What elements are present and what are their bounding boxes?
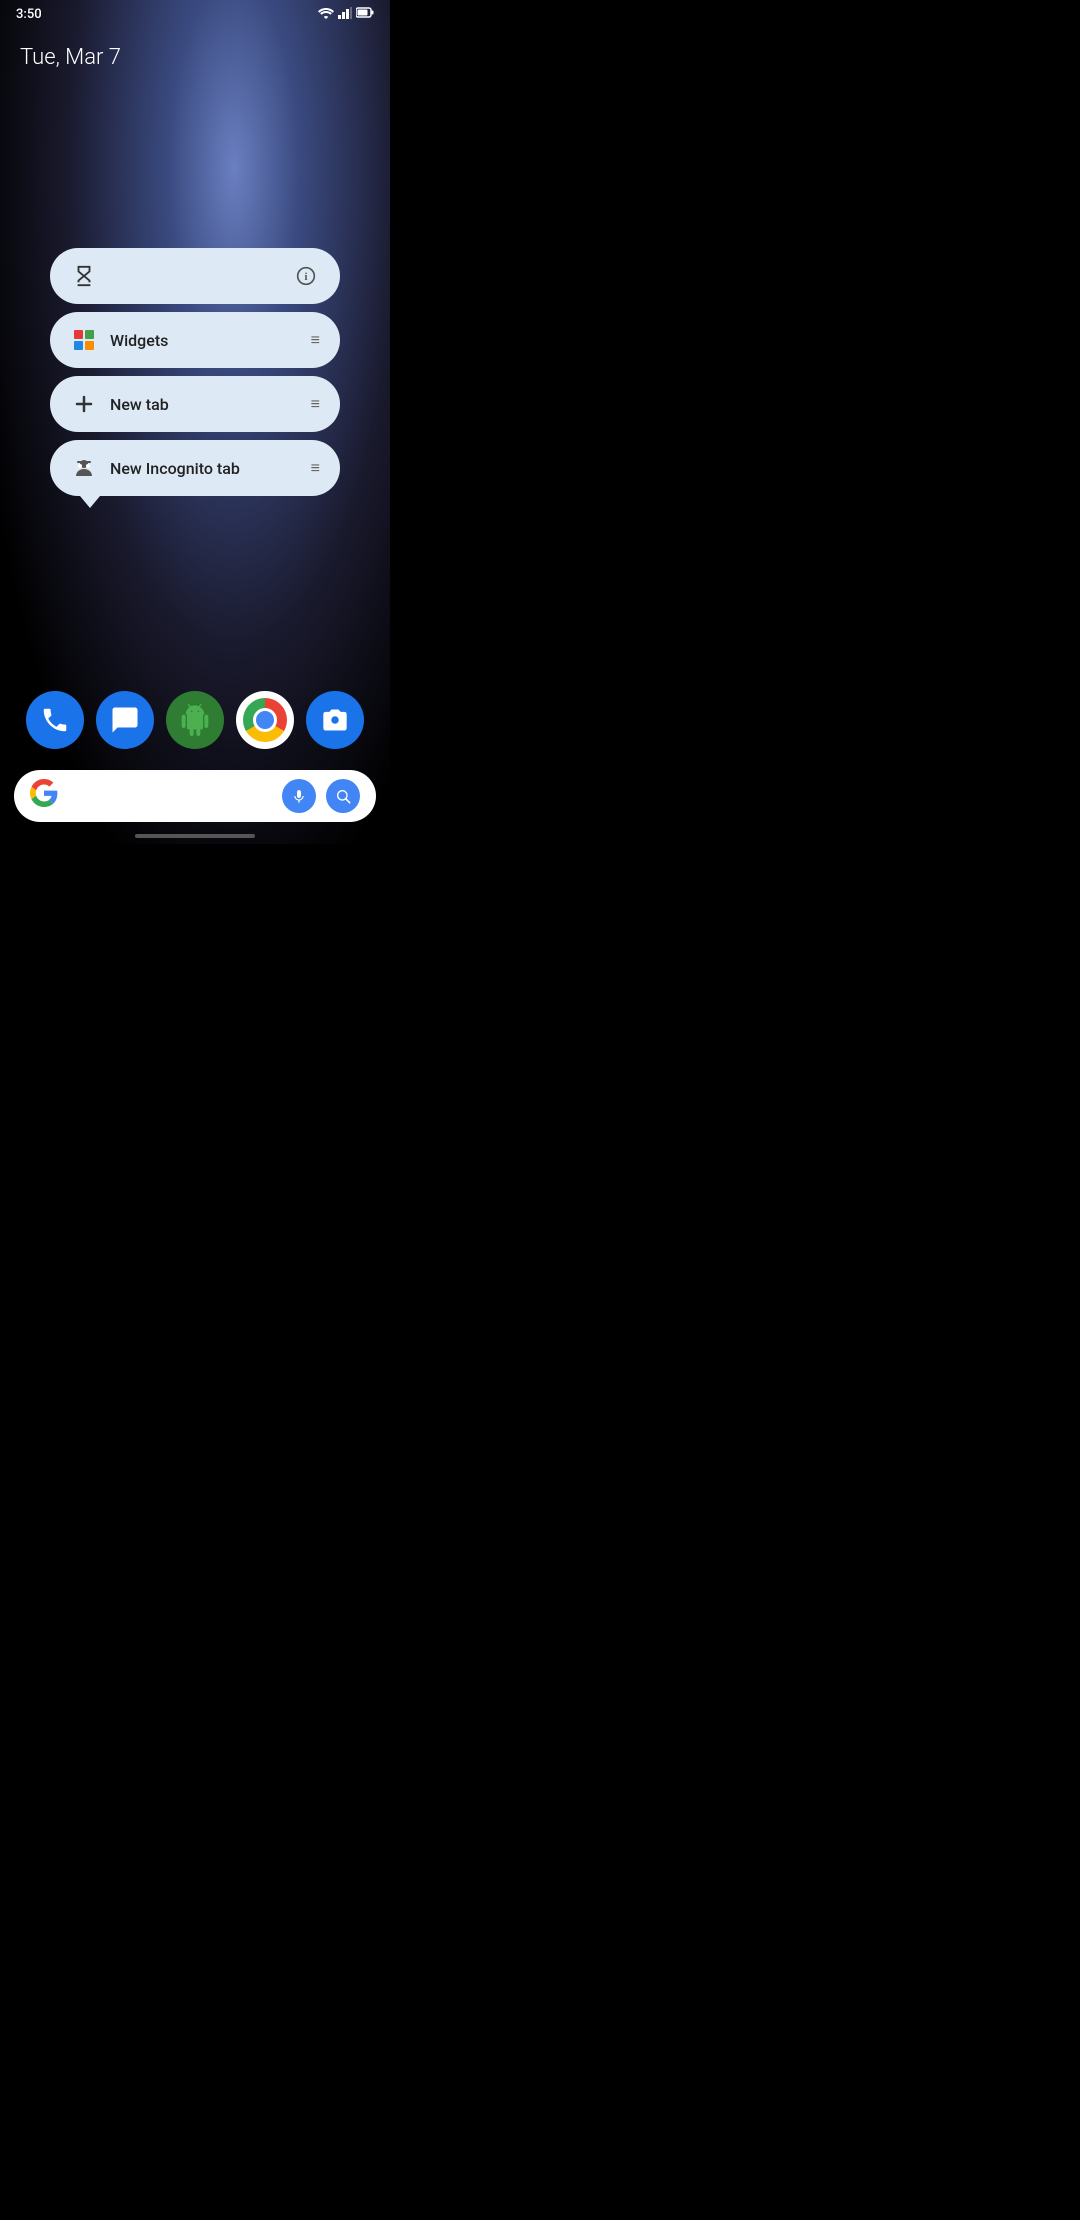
chrome-icon (243, 698, 287, 742)
wifi-icon (318, 7, 334, 22)
date-display: Tue, Mar 7 (20, 45, 121, 70)
battery-icon (356, 7, 374, 21)
new-tab-icon (70, 390, 98, 418)
menu-item-left-2: New tab (70, 390, 169, 418)
menu-item-left-1: Widgets (70, 326, 168, 354)
widgets-drag-handle: ≡ (311, 330, 320, 350)
hourglass-icon (70, 262, 98, 290)
menu-item-left-0 (70, 262, 98, 290)
status-bar: 3:50 (0, 0, 390, 28)
dock-chrome[interactable] (236, 691, 294, 749)
menu-item-new-tab[interactable]: New tab ≡ (50, 376, 340, 432)
incognito-drag-handle: ≡ (311, 458, 320, 478)
status-icons (318, 7, 374, 22)
google-logo (30, 779, 58, 813)
dock-camera[interactable] (306, 691, 364, 749)
menu-item-left-3: New Incognito tab (70, 454, 240, 482)
svg-text:i: i (304, 271, 307, 283)
menu-item-app-shortcut[interactable]: i (50, 248, 340, 304)
context-menu: i Widgets ≡ (50, 248, 340, 504)
dock-android[interactable] (166, 691, 224, 749)
widgets-label: Widgets (110, 331, 168, 350)
menu-item-incognito[interactable]: New Incognito tab ≡ (50, 440, 340, 496)
lens-search-button[interactable] (326, 779, 360, 813)
new-tab-label: New tab (110, 395, 169, 414)
signal-icon (338, 7, 352, 22)
new-tab-drag-handle: ≡ (311, 394, 320, 414)
widgets-icon (70, 326, 98, 354)
navigation-bar (135, 834, 255, 838)
dock-phone[interactable] (26, 691, 84, 749)
info-icon[interactable]: i (292, 262, 320, 290)
dock (0, 691, 390, 749)
incognito-icon (70, 454, 98, 482)
google-search-bar[interactable] (14, 770, 376, 822)
voice-search-button[interactable] (282, 779, 316, 813)
status-time: 3:50 (16, 7, 42, 22)
dock-messages[interactable] (96, 691, 154, 749)
menu-item-widgets[interactable]: Widgets ≡ (50, 312, 340, 368)
incognito-label: New Incognito tab (110, 459, 240, 478)
